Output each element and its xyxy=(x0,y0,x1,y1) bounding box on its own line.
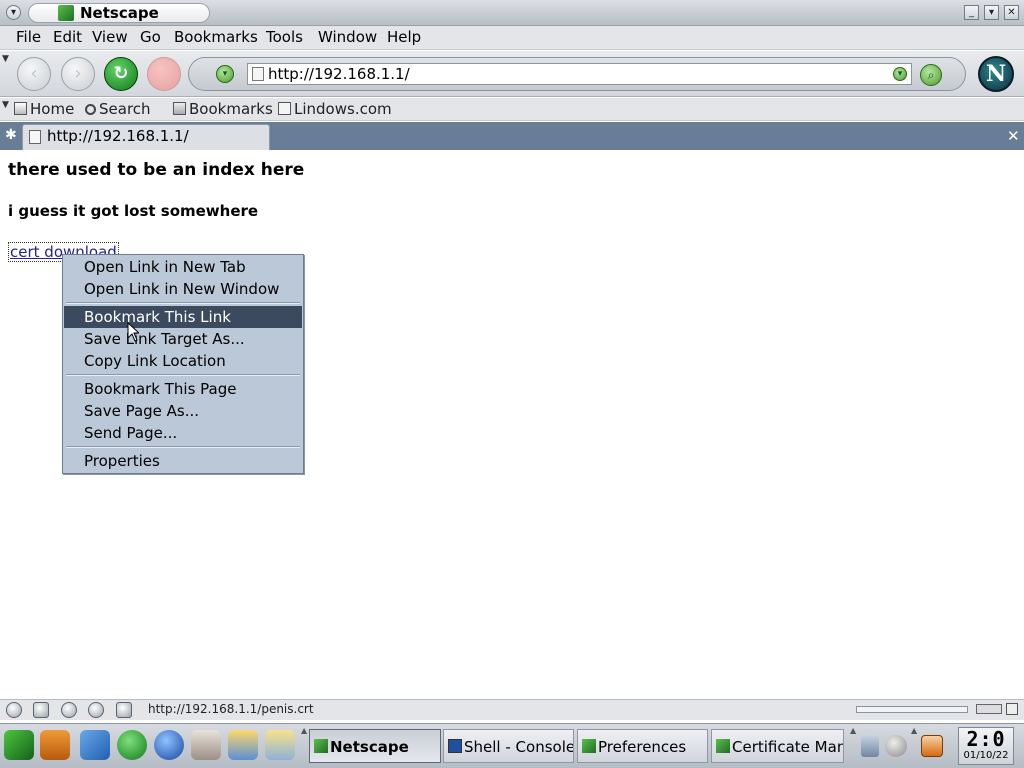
minimize-icon[interactable]: _ xyxy=(964,5,979,20)
launcher-cube-icon[interactable] xyxy=(80,730,110,760)
task-label: Shell - Console xyxy=(464,738,574,756)
security-lock-icon[interactable] xyxy=(1006,703,1018,715)
url-text: http://192.168.1.1/ xyxy=(268,65,410,83)
menu-view[interactable]: View xyxy=(92,28,128,46)
home-icon xyxy=(14,102,27,115)
url-input[interactable]: http://192.168.1.1/ xyxy=(247,63,912,85)
menu-edit[interactable]: Edit xyxy=(53,28,82,46)
menu-tools[interactable]: Tools xyxy=(266,28,303,46)
back-button[interactable]: ‹ xyxy=(17,57,51,91)
menu-separator xyxy=(66,302,300,304)
tab-label: http://192.168.1.1/ xyxy=(47,127,189,145)
stop-button[interactable] xyxy=(147,57,181,91)
power-icon[interactable] xyxy=(921,735,943,757)
window-menu-chevron-down-icon[interactable]: ▾ xyxy=(6,5,21,20)
home-link[interactable]: Home xyxy=(14,100,74,118)
new-tab-icon[interactable]: ✱ xyxy=(5,127,17,143)
address-book-icon[interactable] xyxy=(116,702,132,718)
lindows-label: Lindows.com xyxy=(294,100,392,118)
clock[interactable]: 2:0 01/10/22 xyxy=(958,727,1014,765)
menu-save-link-target[interactable]: Save Link Target As... xyxy=(64,328,302,350)
tools-icon[interactable] xyxy=(88,702,104,718)
task-preferences[interactable]: Preferences xyxy=(577,729,708,763)
clock-time: 2:0 xyxy=(966,727,1006,751)
netscape-task-icon xyxy=(716,739,730,753)
menu-properties[interactable]: Properties xyxy=(64,450,302,472)
menu-send-page[interactable]: Send Page... xyxy=(64,422,302,444)
task-label: Netscape xyxy=(330,738,409,756)
toolbar-grip-icon[interactable]: ▼ xyxy=(2,54,9,64)
page-subheading: i guess it got lost somewhere xyxy=(8,202,259,220)
bookmark-page-icon xyxy=(278,102,291,115)
menu-open-link-new-window[interactable]: Open Link in New Window xyxy=(64,278,302,300)
tab-active[interactable]: http://192.168.1.1/ xyxy=(22,124,270,150)
start-menu-icon[interactable] xyxy=(4,730,34,760)
launcher-runner-icon[interactable] xyxy=(117,730,147,760)
launcher-scroll-icon[interactable]: ▲ xyxy=(301,726,307,735)
menu-bookmarks[interactable]: Bookmarks xyxy=(174,28,258,46)
network-icon[interactable] xyxy=(885,735,907,757)
page-icon xyxy=(29,130,41,144)
mouse-cursor-icon xyxy=(127,322,139,342)
status-text: http://192.168.1.1/penis.crt xyxy=(148,702,314,716)
launcher-mailbox-icon[interactable] xyxy=(191,730,221,760)
clock-date: 01/10/22 xyxy=(963,750,1009,761)
reload-button[interactable]: ↻ xyxy=(104,57,138,91)
netscape-title-icon xyxy=(58,5,74,21)
console-icon xyxy=(448,739,462,753)
volume-icon[interactable] xyxy=(861,735,879,757)
launcher-pen-icon[interactable] xyxy=(265,730,295,760)
menu-bookmark-this-page[interactable]: Bookmark This Page xyxy=(64,378,302,400)
menu-help[interactable]: Help xyxy=(387,28,421,46)
close-tab-icon[interactable]: ✕ xyxy=(1007,127,1020,145)
mail-icon[interactable] xyxy=(33,702,49,718)
task-scroll-icon[interactable]: ▲ xyxy=(850,726,856,735)
bookmarks-label: Bookmarks xyxy=(189,100,273,118)
task-label: Preferences xyxy=(598,738,687,756)
window-title: Netscape xyxy=(80,4,159,22)
tray-scroll-icon[interactable]: ▲ xyxy=(911,726,917,735)
launcher-life-vest-icon[interactable] xyxy=(40,730,70,760)
netscape-task-icon xyxy=(314,739,328,753)
menu-copy-link-location[interactable]: Copy Link Location xyxy=(64,350,302,372)
context-menu: Open Link in New Tab Open Link in New Wi… xyxy=(62,254,304,474)
maximize-icon[interactable]: ▾ xyxy=(984,5,999,20)
task-certificate-manager[interactable]: Certificate Mana xyxy=(711,729,844,763)
task-netscape[interactable]: Netscape xyxy=(309,729,441,763)
folder-icon xyxy=(173,102,186,115)
menu-bookmark-this-link[interactable]: Bookmark This Link xyxy=(64,306,302,328)
home-label: Home xyxy=(30,100,75,118)
menu-file[interactable]: File xyxy=(16,28,41,46)
netscape-logo-icon[interactable]: N xyxy=(978,56,1014,92)
menu-open-link-new-tab[interactable]: Open Link in New Tab xyxy=(64,256,302,278)
online-status-icon[interactable] xyxy=(976,704,1002,714)
page-icon xyxy=(252,67,264,81)
close-icon[interactable]: ✕ xyxy=(1004,5,1019,20)
progress-bar xyxy=(856,706,968,713)
url-history-icon[interactable]: ▾ xyxy=(893,67,907,81)
toolbar-grip-icon[interactable]: ▼ xyxy=(2,100,9,110)
url-dropdown-icon[interactable]: ▾ xyxy=(216,65,234,83)
task-label: Certificate Mana xyxy=(732,738,844,756)
menu-window[interactable]: Window xyxy=(318,28,377,46)
search-label: Search xyxy=(99,100,151,118)
netscape-task-icon xyxy=(582,739,596,753)
task-shell-console[interactable]: Shell - Console xyxy=(443,729,574,763)
menu-separator xyxy=(66,374,300,376)
composer-icon[interactable] xyxy=(61,702,77,718)
page-heading: there used to be an index here xyxy=(8,160,305,180)
menu-separator xyxy=(66,446,300,448)
lindows-link[interactable]: Lindows.com xyxy=(278,100,392,118)
search-icon xyxy=(85,104,96,115)
bookmarks-link[interactable]: Bookmarks xyxy=(173,100,273,118)
menu-go[interactable]: Go xyxy=(140,28,161,46)
navigator-icon[interactable] xyxy=(6,702,22,718)
personal-toolbar xyxy=(0,98,1024,121)
search-go-icon[interactable]: ⌕ xyxy=(920,64,942,86)
launcher-globe-icon[interactable] xyxy=(154,730,184,760)
launcher-figure-icon[interactable] xyxy=(228,730,258,760)
forward-button[interactable]: › xyxy=(61,57,95,91)
search-link[interactable]: Search xyxy=(85,100,151,118)
menu-save-page-as[interactable]: Save Page As... xyxy=(64,400,302,422)
